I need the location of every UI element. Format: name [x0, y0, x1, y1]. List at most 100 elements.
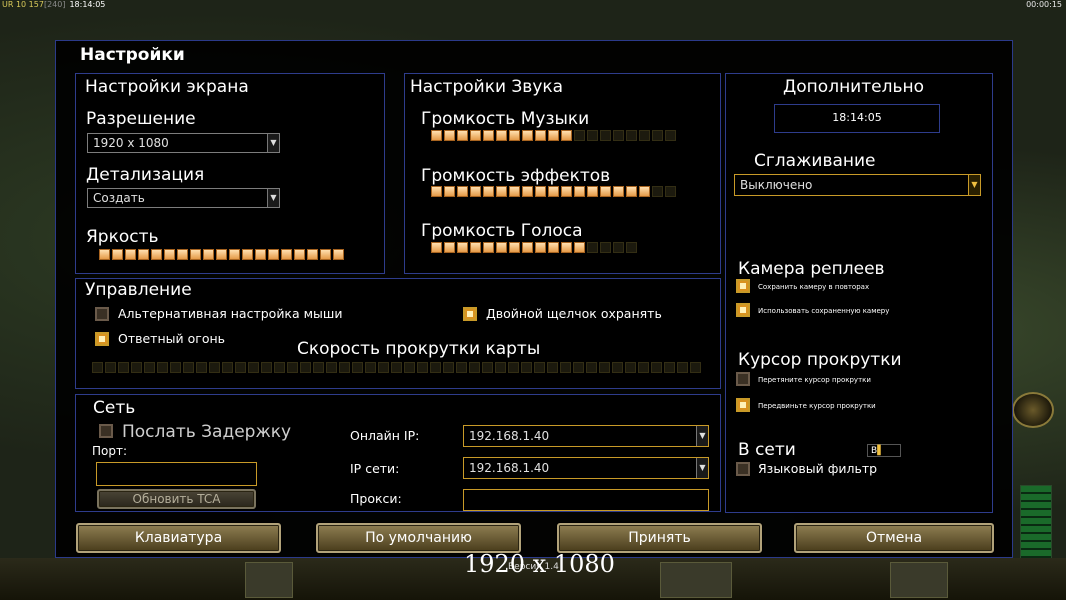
slider-segment[interactable] [144, 362, 155, 373]
alt-mouse-checkbox[interactable] [95, 307, 109, 321]
antialias-dropdown[interactable]: Выключено ▼ [734, 174, 981, 196]
chevron-down-icon[interactable]: ▼ [267, 189, 279, 207]
slider-segment[interactable] [535, 186, 546, 197]
slider-segment[interactable] [431, 242, 442, 253]
slider-segment[interactable] [131, 362, 142, 373]
slider-segment[interactable] [613, 130, 624, 141]
slider-segment[interactable] [561, 186, 572, 197]
effects-volume-slider[interactable] [431, 186, 676, 197]
slider-segment[interactable] [170, 362, 181, 373]
slider-segment[interactable] [99, 249, 110, 260]
slider-segment[interactable] [561, 242, 572, 253]
slider-segment[interactable] [470, 242, 481, 253]
slider-segment[interactable] [665, 186, 676, 197]
language-filter-checkbox[interactable] [736, 462, 750, 476]
slider-segment[interactable] [444, 242, 455, 253]
slider-segment[interactable] [625, 362, 636, 373]
slider-segment[interactable] [652, 130, 663, 141]
slider-segment[interactable] [183, 362, 194, 373]
slider-segment[interactable] [417, 362, 428, 373]
slider-segment[interactable] [457, 242, 468, 253]
cancel-button[interactable]: Отмена [794, 523, 994, 553]
slider-segment[interactable] [664, 362, 675, 373]
slider-segment[interactable] [281, 249, 292, 260]
send-delay-checkbox[interactable] [99, 424, 113, 438]
command-slot[interactable] [890, 562, 948, 598]
slider-segment[interactable] [157, 362, 168, 373]
slider-segment[interactable] [333, 249, 344, 260]
scroll-cursor-move-checkbox[interactable] [736, 398, 750, 412]
slider-segment[interactable] [326, 362, 337, 373]
slider-segment[interactable] [482, 362, 493, 373]
slider-segment[interactable] [177, 249, 188, 260]
slider-segment[interactable] [613, 242, 624, 253]
slider-segment[interactable] [665, 130, 676, 141]
slider-segment[interactable] [151, 249, 162, 260]
slider-segment[interactable] [535, 242, 546, 253]
slider-segment[interactable] [203, 249, 214, 260]
slider-segment[interactable] [483, 242, 494, 253]
slider-segment[interactable] [457, 130, 468, 141]
slider-segment[interactable] [483, 186, 494, 197]
slider-segment[interactable] [255, 249, 266, 260]
slider-segment[interactable] [235, 362, 246, 373]
music-volume-slider[interactable] [431, 130, 676, 141]
slider-segment[interactable] [378, 362, 389, 373]
slider-segment[interactable] [339, 362, 350, 373]
slider-segment[interactable] [320, 249, 331, 260]
slider-segment[interactable] [573, 362, 584, 373]
defaults-button[interactable]: По умолчанию [316, 523, 521, 553]
chevron-down-icon[interactable]: ▼ [696, 458, 708, 478]
slider-segment[interactable] [522, 242, 533, 253]
slider-segment[interactable] [248, 362, 259, 373]
lan-ip-dropdown[interactable]: 192.168.1.40 ▼ [463, 457, 709, 479]
slider-segment[interactable] [574, 130, 585, 141]
return-fire-checkbox[interactable] [95, 332, 109, 346]
slider-segment[interactable] [118, 362, 129, 373]
slider-segment[interactable] [365, 362, 376, 373]
slider-segment[interactable] [483, 130, 494, 141]
command-slot[interactable] [245, 562, 293, 598]
slider-segment[interactable] [307, 249, 318, 260]
slider-segment[interactable] [599, 362, 610, 373]
replay-use-camera-checkbox[interactable] [736, 303, 750, 317]
slider-segment[interactable] [548, 242, 559, 253]
slider-segment[interactable] [652, 186, 663, 197]
slider-segment[interactable] [216, 249, 227, 260]
slider-segment[interactable] [548, 130, 559, 141]
scroll-cursor-drag-checkbox[interactable] [736, 372, 750, 386]
slider-segment[interactable] [587, 242, 598, 253]
slider-segment[interactable] [444, 186, 455, 197]
slider-segment[interactable] [352, 362, 363, 373]
slider-segment[interactable] [521, 362, 532, 373]
slider-segment[interactable] [651, 362, 662, 373]
slider-segment[interactable] [443, 362, 454, 373]
proxy-input[interactable] [463, 489, 709, 511]
slider-segment[interactable] [125, 249, 136, 260]
slider-segment[interactable] [444, 130, 455, 141]
slider-segment[interactable] [613, 186, 624, 197]
slider-segment[interactable] [626, 186, 637, 197]
slider-segment[interactable] [430, 362, 441, 373]
slider-segment[interactable] [547, 362, 558, 373]
slider-segment[interactable] [496, 130, 507, 141]
double-click-guard-checkbox[interactable] [463, 307, 477, 321]
slider-segment[interactable] [196, 362, 207, 373]
slider-segment[interactable] [190, 249, 201, 260]
slider-segment[interactable] [469, 362, 480, 373]
voice-volume-slider[interactable] [431, 242, 637, 253]
command-slot[interactable] [660, 562, 732, 598]
slider-segment[interactable] [560, 362, 571, 373]
slider-segment[interactable] [470, 186, 481, 197]
slider-segment[interactable] [612, 362, 623, 373]
slider-segment[interactable] [600, 130, 611, 141]
slider-segment[interactable] [600, 242, 611, 253]
slider-segment[interactable] [404, 362, 415, 373]
slider-segment[interactable] [522, 186, 533, 197]
slider-segment[interactable] [509, 242, 520, 253]
slider-segment[interactable] [229, 249, 240, 260]
slider-segment[interactable] [509, 130, 520, 141]
slider-segment[interactable] [495, 362, 506, 373]
slider-segment[interactable] [496, 186, 507, 197]
chevron-down-icon[interactable]: ▼ [267, 134, 279, 152]
